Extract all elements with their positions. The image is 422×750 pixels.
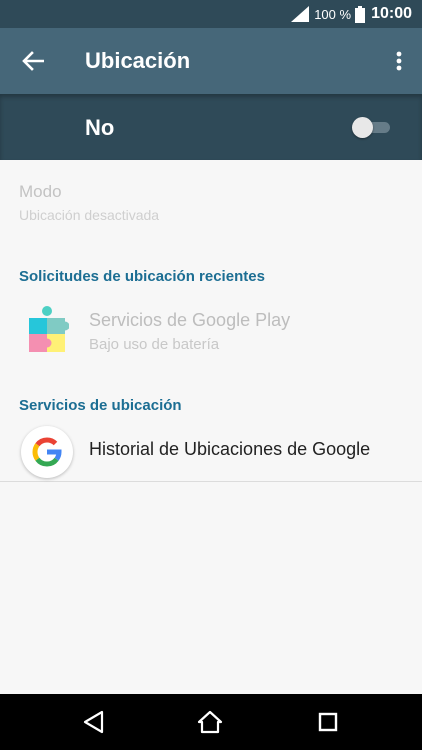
nav-recents-button[interactable]: [314, 708, 342, 736]
recent-request-app-name: Servicios de Google Play: [89, 310, 291, 330]
switch-label: No: [85, 115, 115, 140]
google-g-icon: [21, 426, 73, 478]
more-options-button[interactable]: [392, 48, 406, 74]
google-g-glyph: [32, 437, 62, 467]
recent-request-item[interactable]: Servicios de Google Play Bajo uso de bat…: [0, 300, 422, 362]
nav-home-icon: [197, 710, 223, 734]
recent-requests-header: Solicitudes de ubicación recientes: [19, 268, 265, 285]
nav-home-button[interactable]: [196, 708, 224, 736]
location-services-header: Servicios de ubicación: [19, 397, 182, 414]
recent-request-detail: Bajo uso de batería: [89, 336, 220, 353]
back-arrow-icon: [22, 51, 44, 71]
mode-subtitle: Ubicación desactivada: [19, 207, 160, 223]
navigation-bar: [0, 694, 422, 750]
status-bar: 100 % 10:00: [0, 0, 422, 28]
mode-title: Modo: [19, 182, 62, 201]
location-toggle[interactable]: [352, 116, 392, 138]
nav-back-icon: [83, 710, 104, 734]
app-bar: Ubicación: [0, 28, 422, 94]
google-play-services-icon: [29, 306, 69, 352]
nav-recents-icon: [318, 712, 338, 732]
back-button[interactable]: [18, 47, 48, 75]
location-service-item[interactable]: Historial de Ubicaciones de Google: [0, 422, 422, 482]
clock: 10:00: [371, 5, 412, 22]
battery-percentage: 100 %: [314, 6, 352, 22]
page-title: Ubicación: [85, 48, 191, 73]
nav-back-button[interactable]: [80, 708, 108, 736]
location-master-switch-bar[interactable]: No: [0, 94, 422, 160]
settings-content: Modo Ubicación desactivada Solicitudes d…: [0, 160, 422, 694]
battery-icon: [355, 5, 366, 23]
signal-icon: [291, 6, 310, 22]
location-service-name: Historial de Ubicaciones de Google: [89, 439, 371, 459]
toggle-thumb: [352, 117, 373, 138]
more-vert-icon: [396, 51, 402, 71]
